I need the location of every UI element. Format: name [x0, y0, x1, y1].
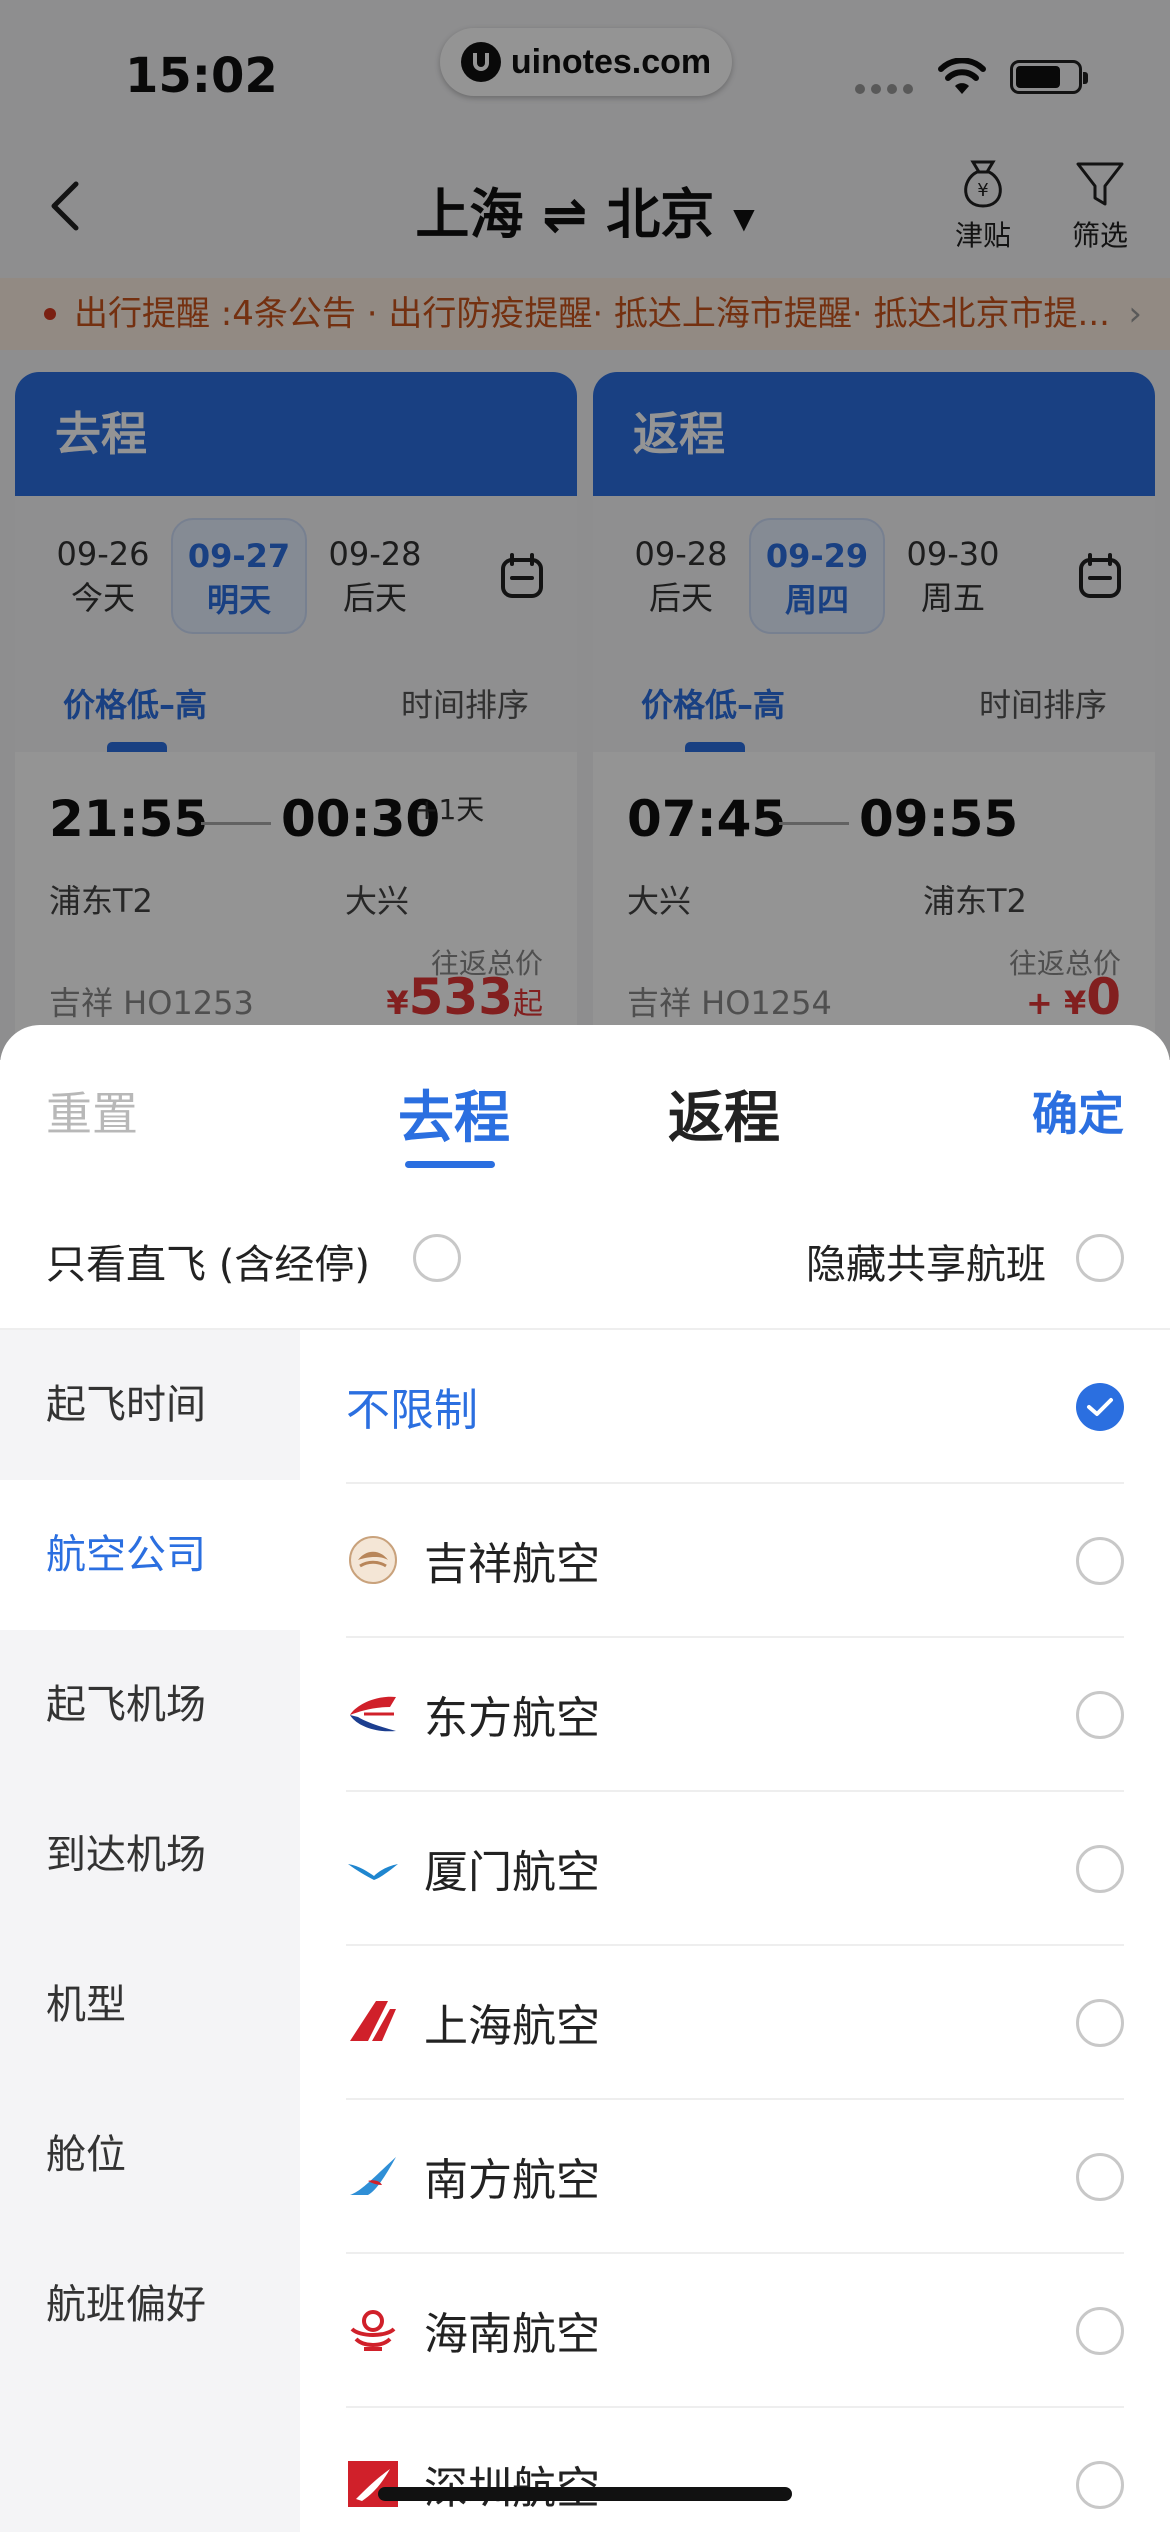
reset-button[interactable]: 重置: [46, 1078, 138, 1144]
category-arrival-airport[interactable]: 到达机场: [0, 1780, 300, 1930]
modal-overlay[interactable]: [0, 0, 1170, 1060]
airline-radio[interactable]: [1076, 2307, 1124, 2355]
option-hainan-air[interactable]: 海南航空: [346, 2254, 1124, 2408]
confirm-button[interactable]: 确定: [1032, 1078, 1124, 1144]
category-departure-airport[interactable]: 起飞机场: [0, 1630, 300, 1780]
option-shenzhen-air[interactable]: 深圳航空: [346, 2408, 1124, 2532]
shenzhen-air-logo-icon: [346, 2457, 400, 2511]
category-flight-preference[interactable]: 航班偏好: [0, 2230, 300, 2380]
airline-radio[interactable]: [1076, 1537, 1124, 1585]
hide-shared-label[interactable]: 隐藏共享航班: [806, 1232, 1046, 1290]
xiamen-air-logo-icon: [346, 1841, 400, 1895]
china-eastern-logo-icon: [346, 1687, 400, 1741]
airline-radio[interactable]: [1076, 1691, 1124, 1739]
airline-radio[interactable]: [1076, 1999, 1124, 2047]
hainan-air-logo-icon: [346, 2303, 400, 2357]
airline-radio[interactable]: [1076, 2461, 1124, 2509]
hide-shared-radio[interactable]: [1076, 1234, 1124, 1282]
category-cabin-class[interactable]: 舱位: [0, 2080, 300, 2230]
option-unlimited[interactable]: 不限制: [346, 1330, 1124, 1484]
airline-name: 上海航空: [424, 2001, 600, 2052]
checkmark-radio-selected[interactable]: [1076, 1383, 1124, 1431]
check-icon: [1087, 1398, 1113, 1416]
airline-radio[interactable]: [1076, 2153, 1124, 2201]
option-shanghai-air[interactable]: 上海航空: [346, 1946, 1124, 2100]
airline-option-list: 不限制 吉祥航空 东方航空 厦门航空 上海航空 南方航空 海南航空: [300, 1330, 1170, 2532]
juneyao-logo-icon: [346, 1533, 400, 1587]
filter-body: 起飞时间 航空公司 起飞机场 到达机场 机型 舱位 航班偏好 不限制 吉祥航空: [0, 1330, 1170, 2532]
option-juneyao[interactable]: 吉祥航空: [346, 1484, 1124, 1638]
option-xiamen-air[interactable]: 厦门航空: [346, 1792, 1124, 1946]
airline-name: 东方航空: [424, 1693, 600, 1744]
sheet-header: 重置 去程 返程 确定: [0, 1025, 1170, 1190]
airline-name: 南方航空: [424, 2155, 600, 2206]
option-label: 不限制: [346, 1385, 478, 1436]
shanghai-air-logo-icon: [346, 1995, 400, 2049]
airline-name: 海南航空: [424, 2309, 600, 2360]
airline-name: 吉祥航空: [424, 1539, 600, 1590]
airline-radio[interactable]: [1076, 1845, 1124, 1893]
filter-sheet: 重置 去程 返程 确定 只看直飞 (含经停) 隐藏共享航班 起飞时间 航空公司 …: [0, 1025, 1170, 2532]
tab-return[interactable]: 返程: [668, 1073, 780, 1154]
background-page: 15:02 uinotes.com 上海 ⇌ 北京 ▼ ¥ 津贴 筛选 出行提醒…: [0, 0, 1170, 1060]
tab-indicator: [405, 1161, 495, 1168]
option-china-eastern[interactable]: 东方航空: [346, 1638, 1124, 1792]
airline-name: 厦门航空: [424, 1847, 600, 1898]
airline-name: 深圳航空: [424, 2452, 600, 2516]
home-indicator[interactable]: [378, 2487, 792, 2501]
category-aircraft-type[interactable]: 机型: [0, 1930, 300, 2080]
direct-only-radio[interactable]: [413, 1234, 461, 1282]
china-southern-logo-icon: [346, 2149, 400, 2203]
tab-outbound[interactable]: 去程: [398, 1073, 510, 1154]
direct-only-label[interactable]: 只看直飞 (含经停): [46, 1232, 370, 1290]
quick-options-row: 只看直飞 (含经停) 隐藏共享航班: [0, 1190, 1170, 1330]
filter-category-sidebar: 起飞时间 航空公司 起飞机场 到达机场 机型 舱位 航班偏好: [0, 1330, 300, 2532]
category-airline[interactable]: 航空公司: [0, 1480, 300, 1630]
category-departure-time[interactable]: 起飞时间: [0, 1330, 300, 1480]
option-china-southern[interactable]: 南方航空: [346, 2100, 1124, 2254]
